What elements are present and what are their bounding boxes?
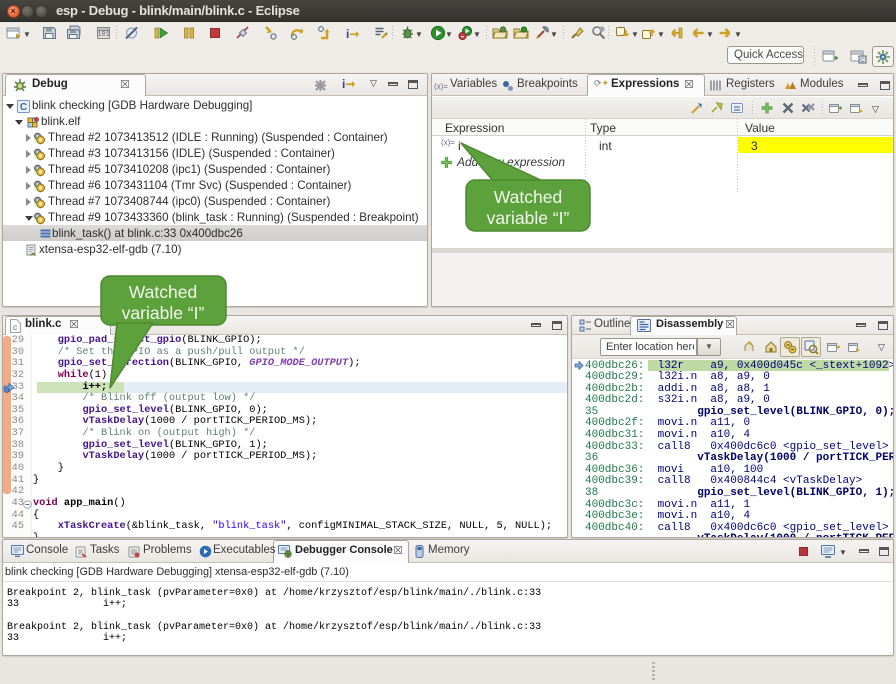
svg-text:Watched: Watched xyxy=(129,282,197,302)
svg-text:Watched: Watched xyxy=(494,187,562,207)
svg-text:variable “I”: variable “I” xyxy=(122,303,205,323)
svg-text:variable “I”: variable “I” xyxy=(487,208,570,228)
